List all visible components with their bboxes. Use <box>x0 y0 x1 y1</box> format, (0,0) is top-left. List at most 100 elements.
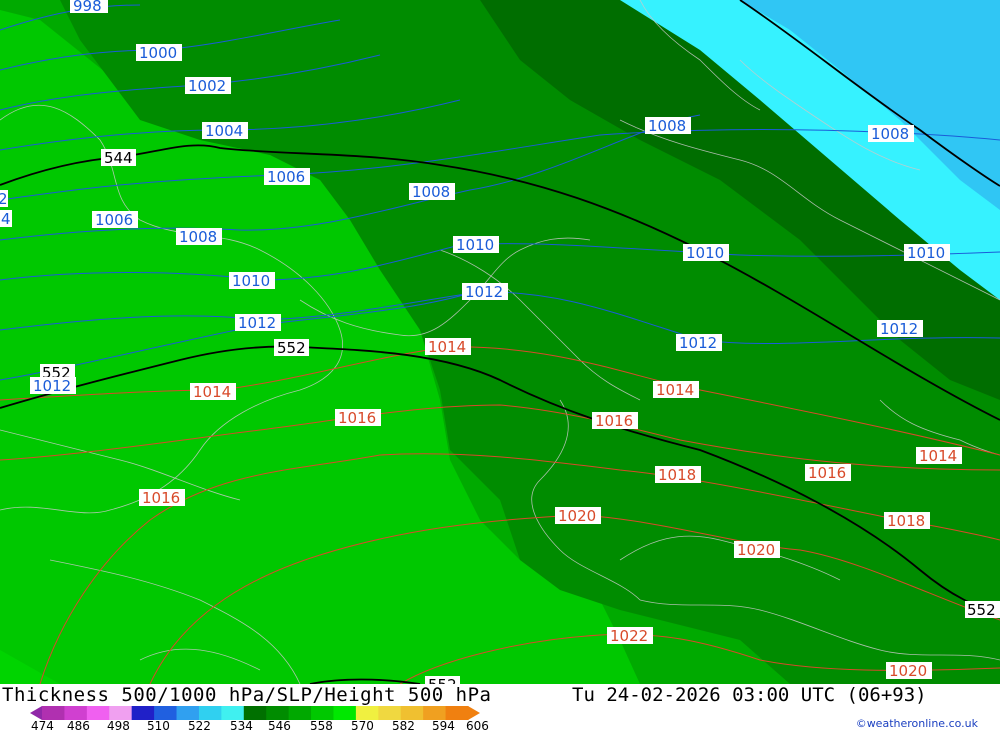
scale-cell <box>333 706 357 720</box>
slp-label: 1000 <box>136 44 182 62</box>
slp-label-text: 1006 <box>95 211 133 229</box>
scale-cell <box>109 706 133 720</box>
scale-left-arrow <box>30 706 42 720</box>
map-title: Thickness 500/1000 hPa/SLP/Height 500 hP… <box>2 684 492 706</box>
slp-label-text: 1014 <box>428 338 466 356</box>
slp-label: 1016 <box>139 489 185 507</box>
scale-cell <box>243 706 267 720</box>
slp-label-text: 1010 <box>232 272 270 290</box>
slp-label-text: 1010 <box>686 244 724 262</box>
slp-label: 1022 <box>607 627 653 645</box>
slp-label: 1010 <box>904 244 950 262</box>
slp-label-text: 4 <box>1 210 11 228</box>
slp-label-text: 1012 <box>33 377 71 395</box>
scale-cell <box>311 706 334 720</box>
slp-label-text: 1008 <box>871 125 909 143</box>
scale-cell <box>154 706 178 720</box>
height-label-text: 552 <box>277 339 306 357</box>
slp-label-text: 1016 <box>338 409 376 427</box>
scale-cell <box>400 706 424 720</box>
color-scale <box>30 706 480 720</box>
height-label: 552 <box>425 676 460 684</box>
slp-label-text: 1008 <box>179 228 217 246</box>
height-label-text: 544 <box>104 149 133 167</box>
scale-cell <box>42 706 65 720</box>
scale-tick-label: 510 <box>147 719 170 733</box>
slp-label-text: 1014 <box>656 381 694 399</box>
scale-cell <box>221 706 245 720</box>
slp-label: 1006 <box>264 168 310 186</box>
scale-cell <box>423 706 447 720</box>
slp-label: 1008 <box>176 228 222 246</box>
slp-label-text: 1002 <box>188 77 226 95</box>
height-label: 552 <box>965 601 1000 619</box>
slp-label: 1008 <box>409 183 455 201</box>
scale-cell <box>176 706 200 720</box>
scale-tick-label: 606 <box>466 719 489 733</box>
credit-link[interactable]: ©weatheronline.co.uk <box>856 717 978 730</box>
slp-label: 1016 <box>335 409 381 427</box>
slp-label-text: 1006 <box>267 168 305 186</box>
slp-label-text: 1018 <box>887 512 925 530</box>
slp-label-text: 1020 <box>558 507 596 525</box>
slp-label-text: 2 <box>0 190 8 208</box>
scale-tick-label: 570 <box>351 719 374 733</box>
scale-cell <box>86 706 110 720</box>
slp-label: 1010 <box>229 272 275 290</box>
slp-label-text: 1018 <box>658 466 696 484</box>
slp-label: 1004 <box>202 122 248 140</box>
slp-label: 1012 <box>462 283 508 301</box>
slp-label-text: 1016 <box>808 464 846 482</box>
slp-label: 1014 <box>425 338 471 356</box>
scale-tick-label: 474 <box>31 719 54 733</box>
slp-label-text: 1022 <box>610 627 648 645</box>
slp-label-text: 1010 <box>907 244 945 262</box>
slp-label: 1010 <box>453 236 499 254</box>
slp-label: 2 <box>0 190 8 208</box>
slp-label: 1014 <box>653 381 699 399</box>
slp-label-text: 1014 <box>919 447 957 465</box>
slp-label-text: 1000 <box>139 44 177 62</box>
slp-label-text: 1016 <box>142 489 180 507</box>
slp-label-text: 1020 <box>889 662 927 680</box>
height-label: 544 <box>101 149 136 167</box>
slp-label: 1012 <box>30 377 76 395</box>
forecast-datetime: Tu 24-02-2026 03:00 UTC (06+93) <box>572 684 927 706</box>
slp-label-text: 1012 <box>880 320 918 338</box>
slp-label: 1014 <box>916 447 962 465</box>
slp-label-text: 1008 <box>648 117 686 135</box>
slp-label-text: 1012 <box>238 314 276 332</box>
slp-label: 1018 <box>884 512 930 530</box>
scale-tick-label: 522 <box>188 719 211 733</box>
scale-cell <box>378 706 402 720</box>
scale-tick-label: 558 <box>310 719 333 733</box>
slp-label-text: 1010 <box>456 236 494 254</box>
scale-tick-label: 498 <box>107 719 130 733</box>
scale-cell <box>198 706 222 720</box>
slp-label-text: 1012 <box>465 283 503 301</box>
slp-label-text: 1004 <box>205 122 243 140</box>
slp-label: 1008 <box>645 117 691 135</box>
slp-label: 1016 <box>592 412 638 430</box>
scale-cell <box>445 706 469 720</box>
slp-label: 1014 <box>190 383 236 401</box>
slp-label: 1012 <box>676 334 722 352</box>
weather-map: 544 552 552 552 552 998 1000 1002 1004 1… <box>0 0 1000 684</box>
scale-cell <box>266 706 290 720</box>
slp-label: 1002 <box>185 77 231 95</box>
slp-label: 998 <box>70 0 108 15</box>
slp-label: 1012 <box>235 314 281 332</box>
slp-label: 1006 <box>92 211 138 229</box>
scale-cell <box>355 706 379 720</box>
scale-right-arrow <box>468 706 480 720</box>
height-label: 552 <box>274 339 309 357</box>
scale-tick-label: 534 <box>230 719 253 733</box>
slp-label: 1008 <box>868 125 914 143</box>
scale-cell <box>64 706 88 720</box>
scale-cell <box>288 706 312 720</box>
slp-label: 1012 <box>877 320 923 338</box>
slp-label: 1020 <box>555 507 601 525</box>
scale-tick-label: 486 <box>67 719 90 733</box>
slp-label: 1020 <box>734 541 780 559</box>
scale-cell <box>131 706 155 720</box>
